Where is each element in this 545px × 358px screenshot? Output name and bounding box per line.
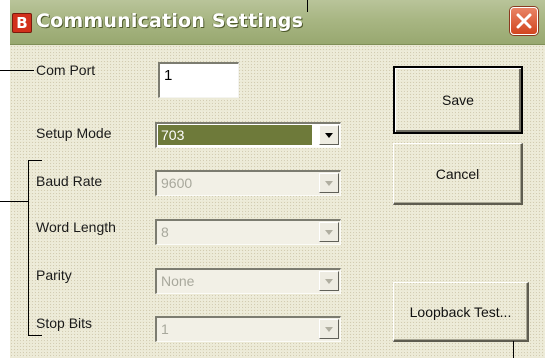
communication-settings-dialog: B Communication Settings Com Port 1 Setu… — [10, 0, 545, 358]
dropdown-arrow-icon — [319, 222, 339, 242]
setup-mode-select[interactable]: 703 — [155, 122, 341, 148]
baud-rate-label: Baud Rate — [36, 173, 103, 189]
dropdown-arrow-icon — [319, 271, 339, 291]
parity-select: None — [155, 268, 341, 294]
stop-bits-value: 1 — [161, 321, 169, 337]
dropdown-arrow-icon[interactable] — [319, 125, 339, 145]
callout-bracket-bottom — [28, 335, 42, 336]
setup-mode-value: 703 — [158, 125, 312, 145]
loopback-test-button[interactable]: Loopback Test... — [393, 282, 529, 342]
word-length-label: Word Length — [36, 219, 116, 235]
callout-line-com-port — [0, 70, 34, 71]
dropdown-arrow-icon — [319, 319, 339, 339]
close-icon — [516, 13, 532, 29]
stop-bits-label: Stop Bits — [36, 315, 93, 331]
close-button[interactable] — [510, 7, 538, 35]
baud-rate-select: 9600 — [155, 170, 341, 196]
com-port-input[interactable]: 1 — [158, 62, 239, 98]
title-bar[interactable]: B Communication Settings — [10, 0, 545, 45]
callout-bracket-vertical — [28, 160, 29, 336]
callout-line-loopback — [513, 341, 514, 358]
callout-bracket-top — [28, 160, 42, 161]
callout-line-bracket-tick — [0, 201, 28, 202]
parity-label: Parity — [36, 267, 72, 283]
stop-bits-select: 1 — [155, 316, 341, 342]
baud-rate-value: 9600 — [161, 175, 193, 191]
word-length-value: 8 — [161, 224, 169, 240]
setup-mode-label: Setup Mode — [36, 125, 112, 141]
word-length-select: 8 — [155, 219, 341, 245]
cancel-button[interactable]: Cancel — [393, 143, 523, 205]
callout-line-title — [307, 0, 308, 12]
window-title: Communication Settings — [36, 10, 304, 32]
save-button[interactable]: Save — [393, 66, 523, 134]
parity-value: None — [161, 273, 195, 289]
app-icon: B — [12, 13, 32, 33]
com-port-label: Com Port — [36, 62, 96, 78]
dropdown-arrow-icon — [319, 173, 339, 193]
